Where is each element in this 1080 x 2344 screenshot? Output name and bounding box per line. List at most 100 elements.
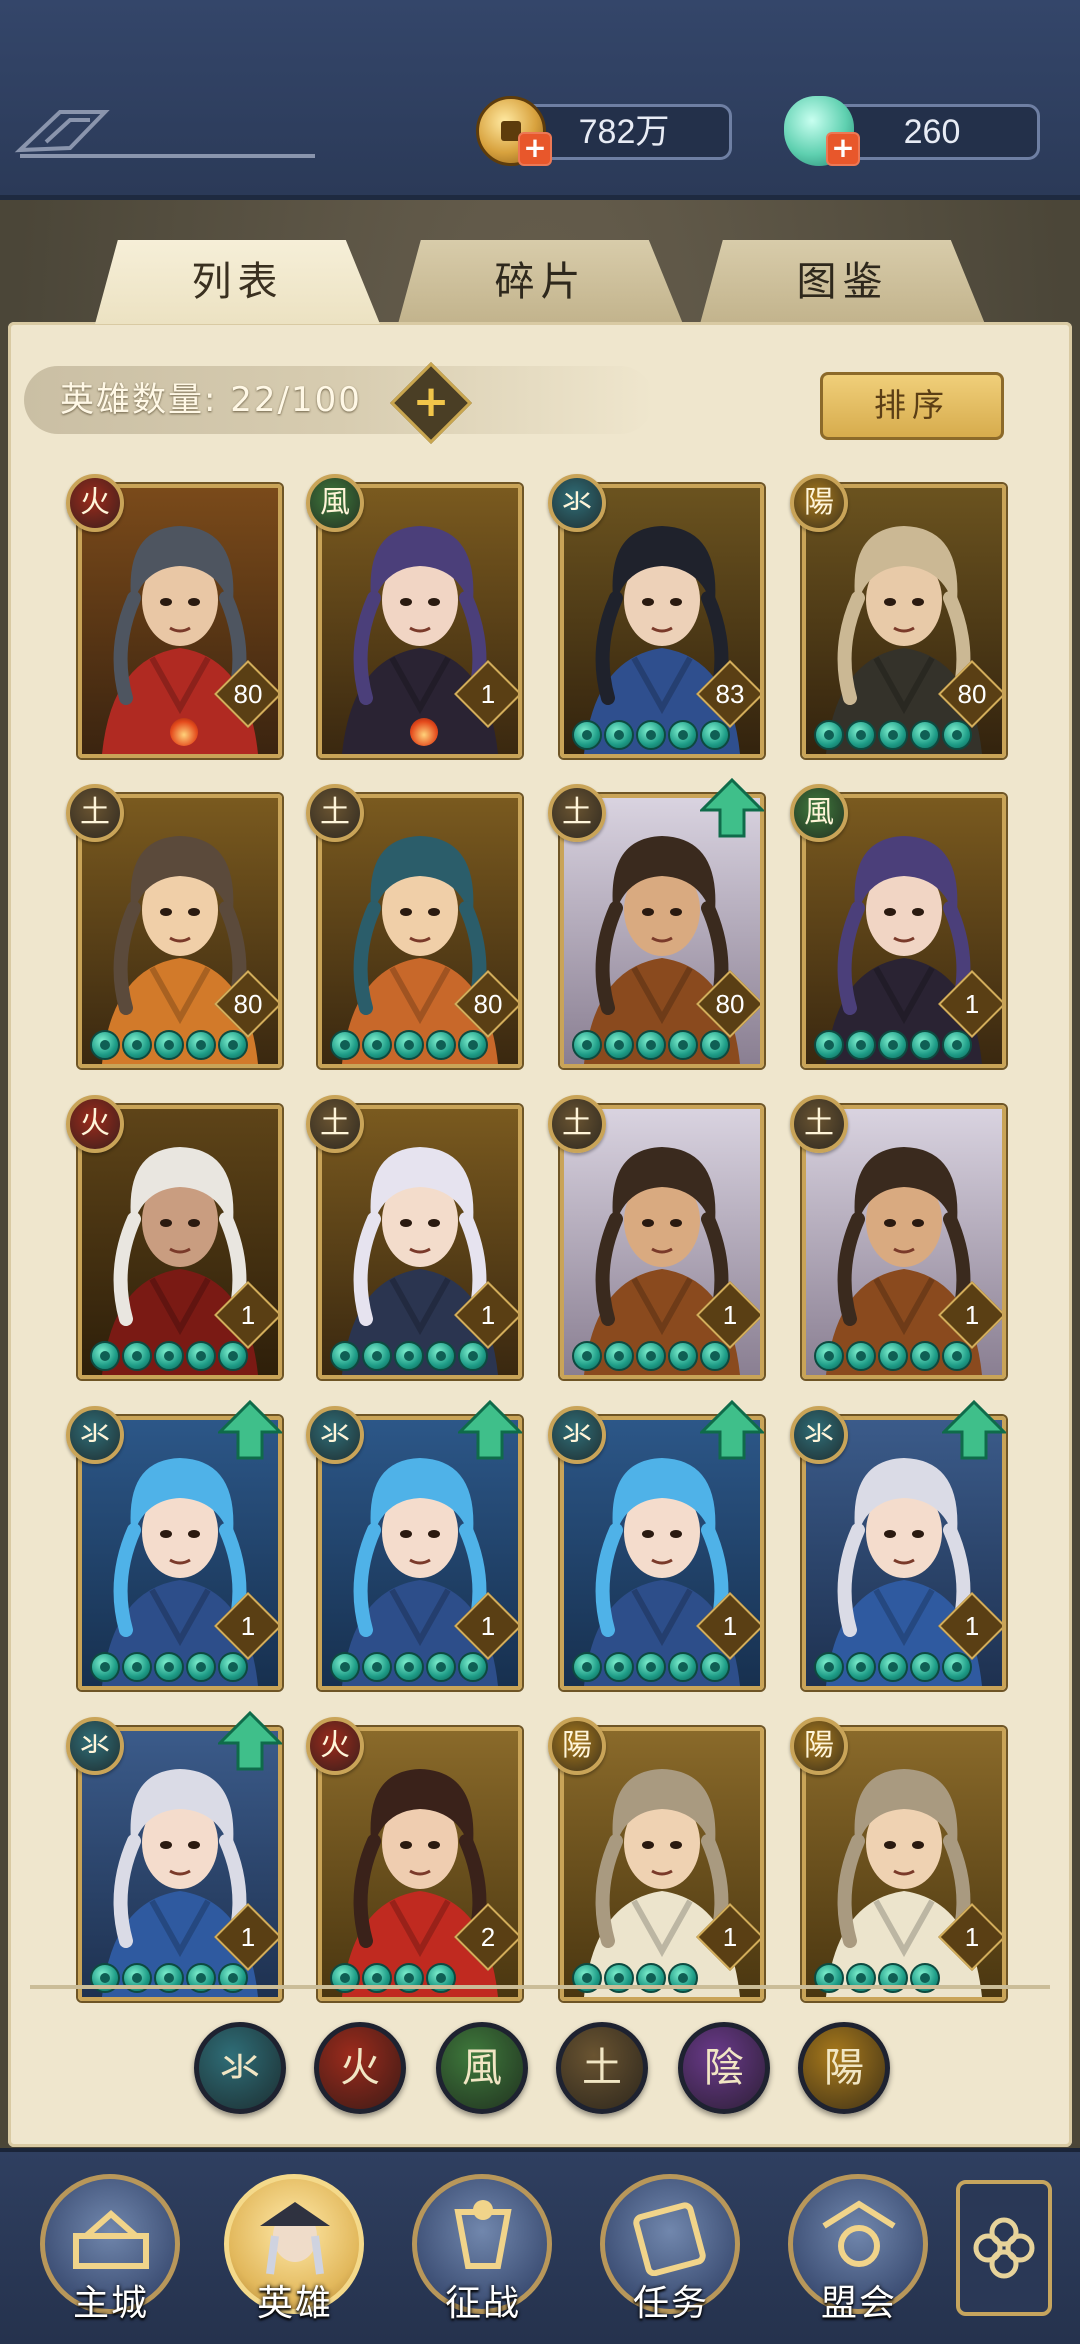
jade-star-icon (604, 1030, 634, 1060)
element-badge-icon: 土 (306, 784, 364, 842)
level-value: 1 (480, 1300, 496, 1330)
jade-star-icon (90, 1341, 120, 1371)
upgrade-arrow-icon (700, 777, 764, 838)
nav-label: 征战 (444, 2283, 521, 2324)
element-filter-button[interactable]: 土 (556, 2022, 648, 2114)
jade-star-icon (636, 1030, 666, 1060)
jade-star-icon (814, 1030, 844, 1060)
level-value: 2 (480, 1922, 496, 1952)
element-badge-icon: 土 (66, 784, 124, 842)
nav-label: 主城 (72, 2283, 149, 2324)
star-rating (814, 1341, 972, 1371)
jade-star-icon (846, 1341, 876, 1371)
jade-star-icon (362, 1030, 392, 1060)
star-rating (90, 1341, 248, 1371)
add-coins-button[interactable]: + (518, 132, 552, 166)
top-bar: + 782万 + 260 (0, 0, 1080, 201)
level-value: 80 (233, 989, 263, 1019)
jade-star-icon (700, 720, 730, 750)
nav-item[interactable]: 盟会 (784, 2170, 934, 2330)
element-filter-button[interactable]: 火 (314, 2022, 406, 2114)
jade-star-icon (910, 1341, 940, 1371)
element-badge-icon: 火 (306, 1717, 364, 1775)
level-value: 1 (480, 679, 496, 709)
tab-list[interactable]: 列表 (95, 240, 380, 324)
jade-star-icon (458, 1341, 488, 1371)
alliance-icon (822, 2200, 896, 2267)
jade-star-icon (330, 1652, 360, 1682)
level-value: 1 (480, 1611, 496, 1641)
more-menu-button[interactable] (956, 2180, 1052, 2316)
jade-star-icon (700, 1652, 730, 1682)
jade-star-icon (394, 1341, 424, 1371)
jade-star-icon (362, 1341, 392, 1371)
jade-star-icon (154, 1652, 184, 1682)
jade-star-icon (90, 1030, 120, 1060)
jade-star-icon (330, 1341, 360, 1371)
jade-star-icon (122, 1341, 152, 1371)
star-rating (814, 1030, 972, 1060)
nav-item[interactable]: 英雄 (220, 2170, 370, 2330)
tab-fragments[interactable]: 碎片 (398, 240, 683, 324)
jade-star-icon (846, 1652, 876, 1682)
jade-star-icon (90, 1652, 120, 1682)
level-value: 80 (715, 989, 745, 1019)
star-rating (572, 720, 730, 750)
element-filter-button[interactable]: 陽 (798, 2022, 890, 2114)
jade-star-icon (362, 1652, 392, 1682)
level-value: 1 (722, 1300, 738, 1330)
star-rating (90, 1030, 248, 1060)
tab-collection[interactable]: 图鉴 (700, 240, 985, 324)
jade-star-icon (942, 720, 972, 750)
jade-currency[interactable]: + 260 (784, 96, 1054, 166)
cloud-ornament-icon (14, 110, 315, 158)
nav-item[interactable]: 任务 (596, 2170, 746, 2330)
jade-star-icon (572, 720, 602, 750)
star-rating (814, 1652, 972, 1682)
level-value: 1 (964, 1922, 980, 1952)
plus-icon: + (412, 376, 450, 427)
jade-star-icon (572, 1652, 602, 1682)
element-filter-button[interactable]: 陰 (678, 2022, 770, 2114)
level-value: 80 (957, 679, 987, 709)
star-rating (814, 720, 972, 750)
jade-star-icon (636, 1652, 666, 1682)
jade-star-icon (814, 1341, 844, 1371)
nav-label: 任务 (632, 2283, 709, 2324)
upgrade-arrow-icon (218, 1710, 282, 1771)
element-badge-icon: 氺 (548, 1406, 606, 1464)
jade-star-icon (910, 1030, 940, 1060)
element-filter-button[interactable]: 氺 (194, 2022, 286, 2114)
element-badge-icon: 陽 (790, 474, 848, 532)
element-badge-icon: 風 (306, 474, 364, 532)
level-value: 80 (233, 679, 263, 709)
sort-button[interactable]: 排序 (820, 372, 1004, 440)
hero-portrait-icon (260, 2202, 330, 2275)
star-rating (330, 1652, 488, 1682)
jade-star-icon (122, 1030, 152, 1060)
jade-star-icon (636, 720, 666, 750)
element-badge-icon: 土 (548, 784, 606, 842)
jade-star-icon (218, 1652, 248, 1682)
hero-count-bar: 英雄数量: 22/100 + (24, 361, 654, 445)
add-jade-button[interactable]: + (826, 132, 860, 166)
star-rating (330, 1341, 488, 1371)
coin-currency[interactable]: + 782万 (476, 96, 746, 166)
expand-hero-slots-button[interactable]: + (389, 361, 473, 445)
jade-star-icon (426, 1652, 456, 1682)
element-filter-button[interactable]: 風 (436, 2022, 528, 2114)
element-badge-icon: 氺 (790, 1406, 848, 1464)
jade-star-icon (668, 1030, 698, 1060)
jade-star-icon (942, 1030, 972, 1060)
level-value: 1 (722, 1922, 738, 1952)
nav-item[interactable]: 征战 (408, 2170, 558, 2330)
star-rating (572, 1030, 730, 1060)
jade-star-icon (218, 1030, 248, 1060)
nav-item[interactable]: 主城 (36, 2170, 186, 2330)
element-badge-icon: 火 (66, 474, 124, 532)
jade-star-icon (814, 1652, 844, 1682)
scroll-icon (633, 2202, 706, 2276)
jade-star-icon (910, 720, 940, 750)
jade-star-icon (878, 1030, 908, 1060)
grid-divider (30, 1985, 1050, 1989)
